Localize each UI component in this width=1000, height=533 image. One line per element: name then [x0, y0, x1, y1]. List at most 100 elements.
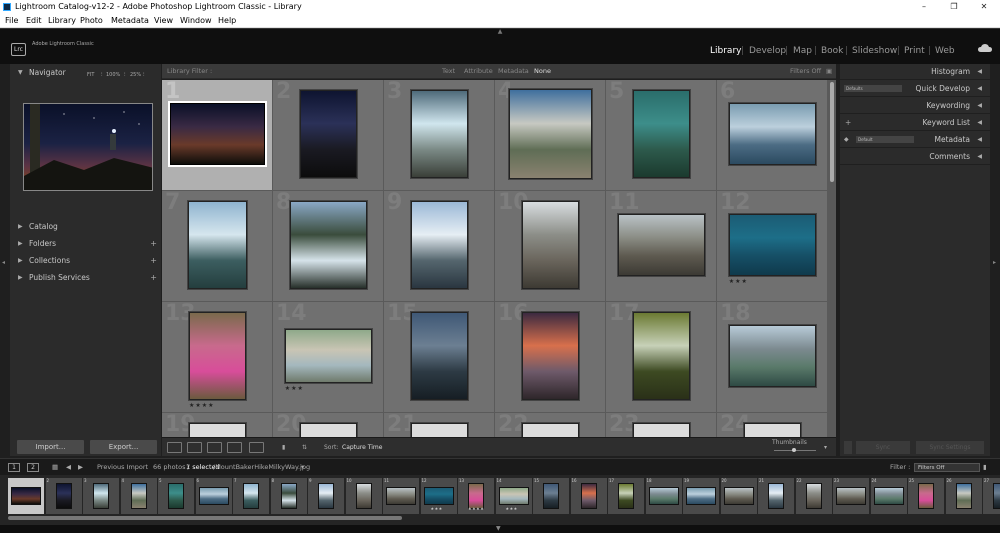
collapse-triangle-icon[interactable]: ◀ — [977, 81, 982, 97]
grid-view-small-icon[interactable]: ▦ — [52, 459, 58, 476]
compare-view-icon[interactable] — [207, 442, 222, 453]
filmstrip-thumbnail[interactable] — [918, 483, 934, 509]
left-panel-edge[interactable]: ◂ — [0, 64, 10, 456]
filmstrip-thumbnail[interactable] — [648, 487, 679, 505]
filmstrip-cell[interactable]: 25 — [908, 478, 944, 514]
filmstrip-cell[interactable]: 4 — [120, 478, 157, 514]
grid-cell[interactable]: 14 ★★★ — [273, 301, 384, 413]
filmstrip-thumbnail[interactable] — [55, 483, 72, 509]
filmstrip-thumbnail[interactable] — [11, 487, 41, 505]
comments-header[interactable]: Comments ◀ — [840, 149, 990, 165]
menu-edit[interactable]: Edit — [26, 14, 42, 28]
photo-thumbnail[interactable] — [633, 311, 690, 400]
grid-cell[interactable]: 13 ★★★★ — [162, 301, 273, 413]
close-button[interactable]: ✕ — [970, 0, 998, 14]
grid-scrollbar[interactable] — [828, 80, 836, 437]
filter-none[interactable]: None — [534, 64, 551, 79]
menu-metadata[interactable]: Metadata — [111, 14, 149, 28]
grid-cell[interactable]: 19 — [162, 412, 273, 437]
collapse-triangle-icon[interactable]: ▼ — [18, 66, 23, 79]
photo-thumbnail[interactable] — [522, 423, 579, 437]
grid-cell[interactable]: 6 — [717, 80, 828, 191]
metadata-preset[interactable]: Default — [856, 136, 914, 143]
filmstrip-cell[interactable]: 20 — [720, 478, 757, 514]
sort-dropdown[interactable]: Capture Time — [342, 438, 382, 457]
people-view-icon[interactable] — [249, 442, 264, 453]
right-panel-toggle-icon[interactable]: ▸ — [993, 259, 996, 266]
photo-thumbnail[interactable] — [728, 213, 817, 276]
thumbnail-size-knob[interactable] — [792, 448, 796, 452]
photo-thumbnail[interactable] — [188, 200, 247, 289]
star-rating[interactable]: ★★★★ — [189, 402, 215, 409]
filmstrip-cell[interactable]: 9 — [308, 478, 344, 514]
cloud-icon[interactable] — [978, 44, 992, 53]
filmstrip-thumbnail[interactable] — [543, 483, 559, 509]
grid-cell[interactable]: 2 — [273, 80, 384, 191]
photo-thumbnail[interactable] — [411, 200, 468, 289]
photo-thumbnail[interactable] — [633, 423, 690, 437]
grid-cell[interactable]: 10 — [495, 190, 606, 302]
filmstrip-cell[interactable]: 26 — [945, 478, 982, 514]
filmstrip-cell[interactable]: 22 — [795, 478, 832, 514]
photo-thumbnail[interactable] — [617, 213, 706, 276]
grid-cell[interactable]: 20 — [273, 412, 384, 437]
grid-cell[interactable]: 23 — [606, 412, 717, 437]
collapse-triangle-icon[interactable]: ◀ — [977, 115, 982, 131]
collapse-triangle-icon[interactable]: ◀ — [977, 64, 982, 80]
selected-filename[interactable]: /MountBakerHikeMilkyWay.jpg — [213, 459, 310, 476]
metadata-sync-icon[interactable]: ◆ — [844, 132, 849, 148]
filmstrip-thumbnail[interactable] — [723, 487, 754, 505]
grid-cell[interactable]: 7 — [162, 190, 273, 302]
menu-file[interactable]: File — [5, 14, 18, 28]
secondary-window-button[interactable]: 2 — [27, 463, 39, 472]
filmstrip-cell[interactable]: 18 — [645, 478, 682, 514]
sync-button[interactable]: Sync — [856, 441, 910, 454]
grid-cell[interactable]: 11 — [606, 190, 717, 302]
filmstrip-thumbnail[interactable] — [355, 483, 372, 509]
photo-thumbnail[interactable] — [189, 423, 246, 437]
filmstrip-cell[interactable]: 17 — [608, 478, 644, 514]
keywording-header[interactable]: Keywording ◀ — [840, 98, 990, 114]
filmstrip-cell[interactable]: 1 — [8, 478, 44, 514]
module-book[interactable]: Book — [821, 46, 843, 56]
filmstrip-thumbnail[interactable] — [580, 483, 597, 509]
primary-window-button[interactable]: 1 — [8, 463, 20, 472]
module-print[interactable]: Print — [904, 46, 925, 56]
filmstrip-cell[interactable]: 21 — [758, 478, 794, 514]
photo-thumbnail[interactable] — [508, 88, 593, 179]
filmstrip-thumbnail[interactable] — [198, 487, 229, 505]
sync-toggle[interactable] — [844, 441, 852, 454]
menu-help[interactable]: Help — [218, 14, 236, 28]
collapse-triangle-icon[interactable]: ◀ — [977, 98, 982, 114]
catalog-section-header[interactable]: ▶ Catalog — [10, 220, 161, 233]
left-panel-toggle-icon[interactable]: ◂ — [2, 259, 5, 266]
filmstrip-cell[interactable]: 27 — [983, 478, 1000, 514]
filmstrip-cell[interactable]: 13 ★★★★ — [458, 478, 494, 514]
filmstrip-thumbnail[interactable] — [93, 483, 109, 509]
grid-cell[interactable]: 12 ★★★ — [717, 190, 828, 302]
filmstrip-thumbnail[interactable] — [386, 487, 416, 505]
add-publish-service-icon[interactable]: + — [150, 271, 157, 284]
menu-photo[interactable]: Photo — [80, 14, 103, 28]
filmstrip-cell[interactable]: 5 — [158, 478, 194, 514]
filter-switch-icon[interactable]: ▮ — [983, 459, 987, 476]
grid-scroll-thumb[interactable] — [830, 82, 834, 182]
filmstrip-thumbnail[interactable] — [280, 483, 297, 509]
sort-direction-icon[interactable]: ⇅ — [302, 438, 307, 457]
filmstrip-cell[interactable]: 2 — [45, 478, 82, 514]
grid-cell[interactable]: 8 — [273, 190, 384, 302]
filmstrip-cell[interactable]: 11 — [383, 478, 419, 514]
survey-view-icon[interactable] — [227, 442, 242, 453]
filmstrip-thumbnail[interactable] — [836, 487, 866, 505]
filmstrip-cell[interactable]: 8 — [270, 478, 307, 514]
filmstrip-cell[interactable]: 10 — [345, 478, 382, 514]
filmstrip-cell[interactable]: 16 — [570, 478, 607, 514]
filmstrip-thumbnail[interactable] — [993, 483, 1000, 509]
filmstrip-thumbnail[interactable] — [618, 483, 634, 509]
expand-triangle-icon[interactable]: ▶ — [18, 220, 23, 233]
module-library[interactable]: Library — [710, 46, 741, 56]
keyword-list-header[interactable]: + Keyword List ◀ — [840, 115, 990, 131]
menu-window[interactable]: Window — [180, 14, 212, 28]
filmstrip-cell[interactable]: 24 — [870, 478, 907, 514]
filter-metadata[interactable]: Metadata — [498, 64, 529, 79]
